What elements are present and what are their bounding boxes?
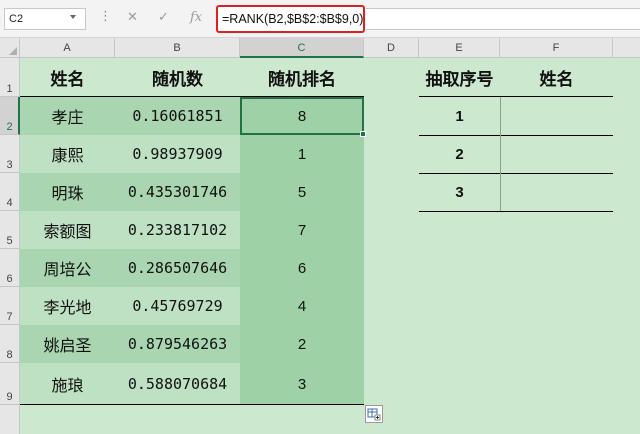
column-header-g[interactable] <box>613 38 640 58</box>
row-header-3[interactable]: 3 <box>0 135 20 173</box>
cell-rank[interactable]: 4 <box>240 287 364 325</box>
cell-random[interactable]: 0.45769729 <box>115 287 240 325</box>
cell-rank[interactable]: 1 <box>240 135 364 173</box>
name-box[interactable]: C2 <box>4 8 86 30</box>
cell-random[interactable]: 0.233817102 <box>115 211 240 249</box>
cell-rank[interactable]: 7 <box>240 211 364 249</box>
cell-name[interactable]: 施琅 <box>20 363 115 405</box>
column-header-b[interactable]: B <box>115 38 240 58</box>
column-header-e[interactable]: E <box>419 38 500 58</box>
formula-input[interactable]: =RANK(B2,$B$2:$B$9,0) <box>216 5 365 33</box>
column-header-c[interactable]: C <box>240 38 364 58</box>
cell-name[interactable]: 康熙 <box>20 135 115 173</box>
cell-rank[interactable]: 5 <box>240 173 364 211</box>
cell-name[interactable]: 李光地 <box>20 287 115 325</box>
draw-number-cell[interactable]: 3 <box>419 173 500 211</box>
row-header-5[interactable]: 5 <box>0 211 20 249</box>
draw-number-cell[interactable]: 1 <box>419 97 500 135</box>
row-header-10[interactable] <box>0 405 20 434</box>
row-header-7[interactable]: 7 <box>0 287 20 325</box>
header-draw-number[interactable]: 抽取序号 <box>419 58 500 97</box>
cell-rank[interactable]: 6 <box>240 249 364 287</box>
name-box-dropdown-icon[interactable] <box>70 15 76 19</box>
insert-function-icon[interactable]: fx <box>190 8 202 28</box>
cell-random[interactable]: 0.286507646 <box>115 249 240 287</box>
cell-name[interactable]: 明珠 <box>20 173 115 211</box>
column-header-d[interactable]: D <box>364 38 419 58</box>
header-rank[interactable]: 随机排名 <box>240 58 364 97</box>
cell-name[interactable]: 索额图 <box>20 211 115 249</box>
row-header-8[interactable]: 8 <box>0 325 20 363</box>
cell-name[interactable]: 周培公 <box>20 249 115 287</box>
draw-table-border <box>419 211 613 212</box>
select-all-corner[interactable] <box>0 38 20 58</box>
draw-number-cell[interactable]: 2 <box>419 135 500 173</box>
draw-table-border <box>419 135 613 136</box>
active-cell-border <box>240 97 364 135</box>
cell-random[interactable]: 0.879546263 <box>115 325 240 363</box>
column-header-a[interactable]: A <box>20 38 115 58</box>
draw-table-border <box>419 96 613 97</box>
formula-bar-grip-icon: ⋮ <box>99 9 112 24</box>
header-name[interactable]: 姓名 <box>20 58 115 97</box>
fill-handle[interactable] <box>360 131 366 137</box>
quick-analysis-button[interactable] <box>365 405 383 423</box>
row-header-2[interactable]: 2 <box>0 97 20 135</box>
table-border-line <box>20 404 364 405</box>
draw-table-border <box>419 173 613 174</box>
header-random[interactable]: 随机数 <box>115 58 240 97</box>
select-all-icon <box>9 47 17 55</box>
cell-random[interactable]: 0.16061851 <box>115 97 240 135</box>
draw-table-divider <box>500 97 501 211</box>
cell-random[interactable]: 0.98937909 <box>115 135 240 173</box>
cell-rank[interactable]: 3 <box>240 363 364 405</box>
row-header-6[interactable]: 6 <box>0 249 20 287</box>
row-header-1[interactable]: 1 <box>0 58 20 97</box>
quick-analysis-icon <box>367 408 381 421</box>
formula-input-area[interactable] <box>366 8 640 30</box>
row-header-4[interactable]: 4 <box>0 173 20 211</box>
cell-name[interactable]: 孝庄 <box>20 97 115 135</box>
cell-name[interactable]: 姚启圣 <box>20 325 115 363</box>
cell-random[interactable]: 0.588070684 <box>115 363 240 405</box>
column-header-f[interactable]: F <box>500 38 613 58</box>
header-draw-name[interactable]: 姓名 <box>500 58 613 97</box>
cell-rank[interactable]: 2 <box>240 325 364 363</box>
row-header-9[interactable]: 9 <box>0 363 20 405</box>
cell-random[interactable]: 0.435301746 <box>115 173 240 211</box>
enter-icon[interactable]: ✓ <box>158 8 169 28</box>
formula-bar: C2 ⋮ ✕ ✓ fx =RANK(B2,$B$2:$B$9,0) <box>0 0 640 38</box>
cancel-icon[interactable]: ✕ <box>127 8 138 28</box>
